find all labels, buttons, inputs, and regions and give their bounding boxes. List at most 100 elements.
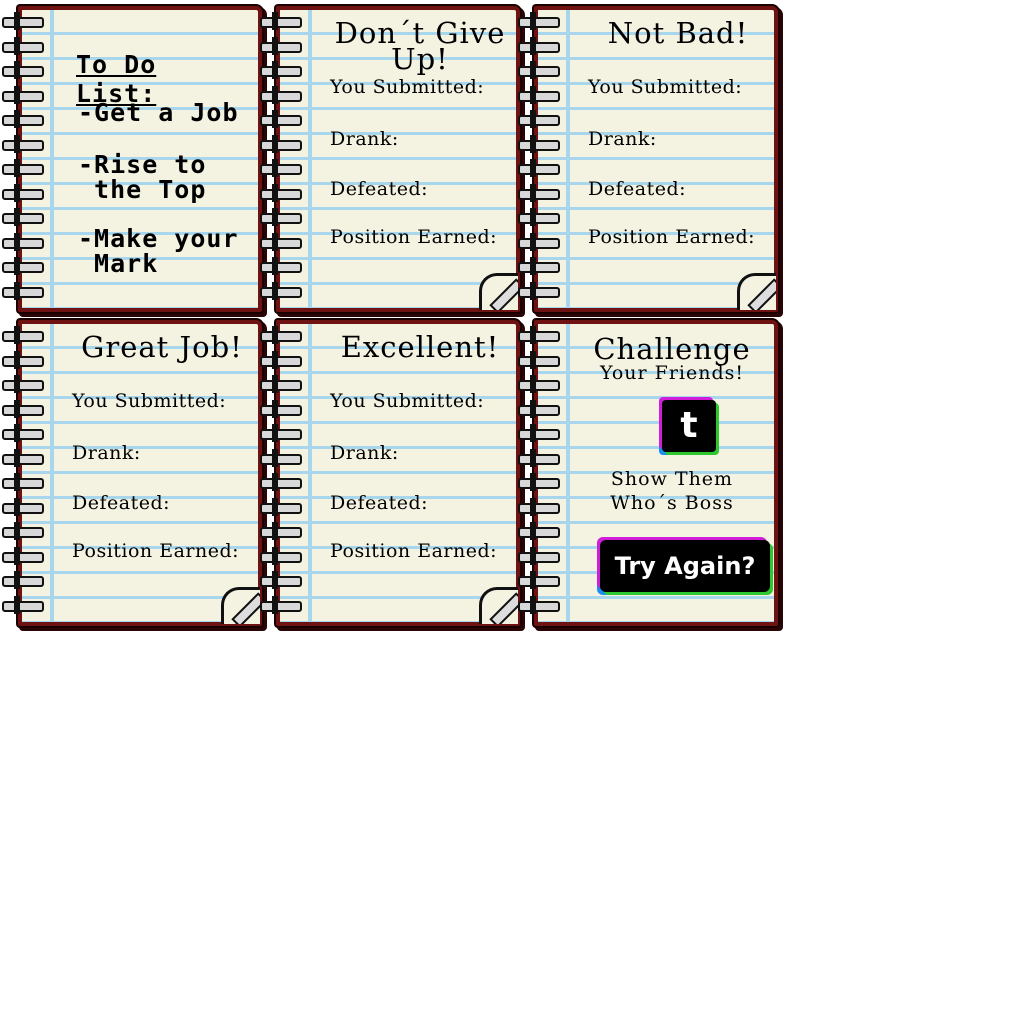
result-card-great-job: Great Job! You Submitted: Drank: Defeate… xyxy=(2,316,262,626)
result-card-not-bad: Not Bad! You Submitted: Drank: Defeated:… xyxy=(518,2,778,312)
spiral-ring-icon xyxy=(260,281,302,300)
spiral-ring-icon xyxy=(518,399,560,418)
spiral-binding xyxy=(260,12,302,304)
defeated-label: Defeated: xyxy=(588,178,687,200)
spiral-ring-icon xyxy=(260,134,302,153)
spiral-ring-icon xyxy=(518,424,560,442)
submitted-label: You Submitted: xyxy=(330,76,485,98)
defeated-label: Defeated: xyxy=(72,492,171,514)
spiral-ring-icon xyxy=(260,183,302,202)
spiral-ring-icon xyxy=(260,232,302,251)
spiral-ring-icon xyxy=(518,12,560,30)
spiral-ring-icon xyxy=(260,36,302,55)
spiral-binding xyxy=(518,12,560,304)
todo-content: To Do List: -Get a Job -Rise to the Top … xyxy=(72,18,252,302)
notebook-page: To Do List: -Get a Job -Rise to the Top … xyxy=(18,6,262,312)
submitted-label: You Submitted: xyxy=(588,76,743,98)
spiral-ring-icon xyxy=(260,110,302,128)
spiral-ring-icon xyxy=(2,399,44,418)
spiral-ring-icon xyxy=(260,326,302,344)
result-card-dont-give-up: Don´t Give Up! You Submitted: Drank: Def… xyxy=(260,2,520,312)
spiral-ring-icon xyxy=(518,571,560,589)
spiral-ring-icon xyxy=(518,85,560,104)
pencil-icon[interactable] xyxy=(221,587,260,624)
notebook-page: Excellent! You Submitted: Drank: Defeate… xyxy=(276,320,520,626)
spiral-ring-icon xyxy=(518,61,560,79)
spiral-ring-icon xyxy=(518,522,560,540)
spiral-ring-icon xyxy=(2,546,44,565)
position-label: Position Earned: xyxy=(72,540,240,562)
spiral-ring-icon xyxy=(2,448,44,467)
spiral-ring-icon xyxy=(2,257,44,275)
position-label: Position Earned: xyxy=(330,226,498,248)
todo-item: -Rise to the Top xyxy=(78,150,207,204)
spiral-ring-icon xyxy=(518,110,560,128)
spiral-ring-icon xyxy=(518,473,560,491)
spiral-ring-icon xyxy=(518,232,560,251)
spiral-ring-icon xyxy=(260,399,302,418)
spiral-ring-icon xyxy=(2,571,44,589)
spiral-binding xyxy=(2,12,44,304)
pencil-icon[interactable] xyxy=(479,587,518,624)
pencil-icon[interactable] xyxy=(737,273,776,310)
pencil-icon[interactable] xyxy=(479,273,518,310)
spiral-ring-icon xyxy=(2,159,44,177)
card-content: Excellent! You Submitted: Drank: Defeate… xyxy=(330,332,510,616)
submitted-label: You Submitted: xyxy=(72,390,227,412)
defeated-label: Defeated: xyxy=(330,178,429,200)
try-again-button[interactable]: Try Again? xyxy=(600,540,770,592)
spiral-ring-icon xyxy=(2,232,44,251)
challenge-card: Challenge Your Friends! t Show Them Who´… xyxy=(518,316,778,626)
spiral-binding xyxy=(2,326,44,618)
spiral-ring-icon xyxy=(518,448,560,467)
spiral-ring-icon xyxy=(260,159,302,177)
spiral-ring-icon xyxy=(260,208,302,226)
position-label: Position Earned: xyxy=(588,226,756,248)
card-content: Challenge Your Friends! t Show Them Who´… xyxy=(574,332,770,616)
spiral-ring-icon xyxy=(518,134,560,153)
spiral-ring-icon xyxy=(518,497,560,516)
spiral-ring-icon xyxy=(2,522,44,540)
spiral-ring-icon xyxy=(2,61,44,79)
spiral-ring-icon xyxy=(260,424,302,442)
spiral-ring-icon xyxy=(260,61,302,79)
notebook-page: Not Bad! You Submitted: Drank: Defeated:… xyxy=(534,6,778,312)
spiral-ring-icon xyxy=(2,595,44,614)
spiral-ring-icon xyxy=(2,208,44,226)
spiral-ring-icon xyxy=(2,85,44,104)
spiral-ring-icon xyxy=(260,571,302,589)
challenge-title: Challenge xyxy=(593,332,751,366)
spiral-ring-icon xyxy=(2,36,44,55)
spiral-binding xyxy=(260,326,302,618)
card-title: Great Job! xyxy=(81,330,243,364)
spiral-ring-icon xyxy=(260,497,302,516)
drank-label: Drank: xyxy=(330,442,399,464)
spiral-ring-icon xyxy=(2,497,44,516)
spiral-ring-icon xyxy=(518,595,560,614)
spiral-ring-icon xyxy=(2,12,44,30)
spiral-binding xyxy=(518,326,560,618)
spiral-ring-icon xyxy=(518,350,560,369)
card-content: Not Bad! You Submitted: Drank: Defeated:… xyxy=(588,18,768,302)
spiral-ring-icon xyxy=(2,183,44,202)
spiral-ring-icon xyxy=(260,448,302,467)
spiral-ring-icon xyxy=(518,257,560,275)
spiral-ring-icon xyxy=(260,257,302,275)
spiral-ring-icon xyxy=(260,522,302,540)
spiral-ring-icon xyxy=(518,36,560,55)
card-title: Excellent! xyxy=(340,330,500,364)
twitter-icon[interactable]: t xyxy=(662,400,716,452)
todo-notebook: To Do List: -Get a Job -Rise to the Top … xyxy=(2,2,262,312)
drank-label: Drank: xyxy=(588,128,657,150)
spiral-ring-icon xyxy=(260,473,302,491)
spiral-ring-icon xyxy=(518,546,560,565)
drank-label: Drank: xyxy=(72,442,141,464)
spiral-ring-icon xyxy=(2,350,44,369)
spiral-ring-icon xyxy=(2,110,44,128)
spiral-ring-icon xyxy=(2,134,44,153)
card-content: Don´t Give Up! You Submitted: Drank: Def… xyxy=(330,18,510,302)
spiral-ring-icon xyxy=(2,473,44,491)
spiral-ring-icon xyxy=(260,350,302,369)
spiral-ring-icon xyxy=(260,546,302,565)
spiral-ring-icon xyxy=(518,281,560,300)
